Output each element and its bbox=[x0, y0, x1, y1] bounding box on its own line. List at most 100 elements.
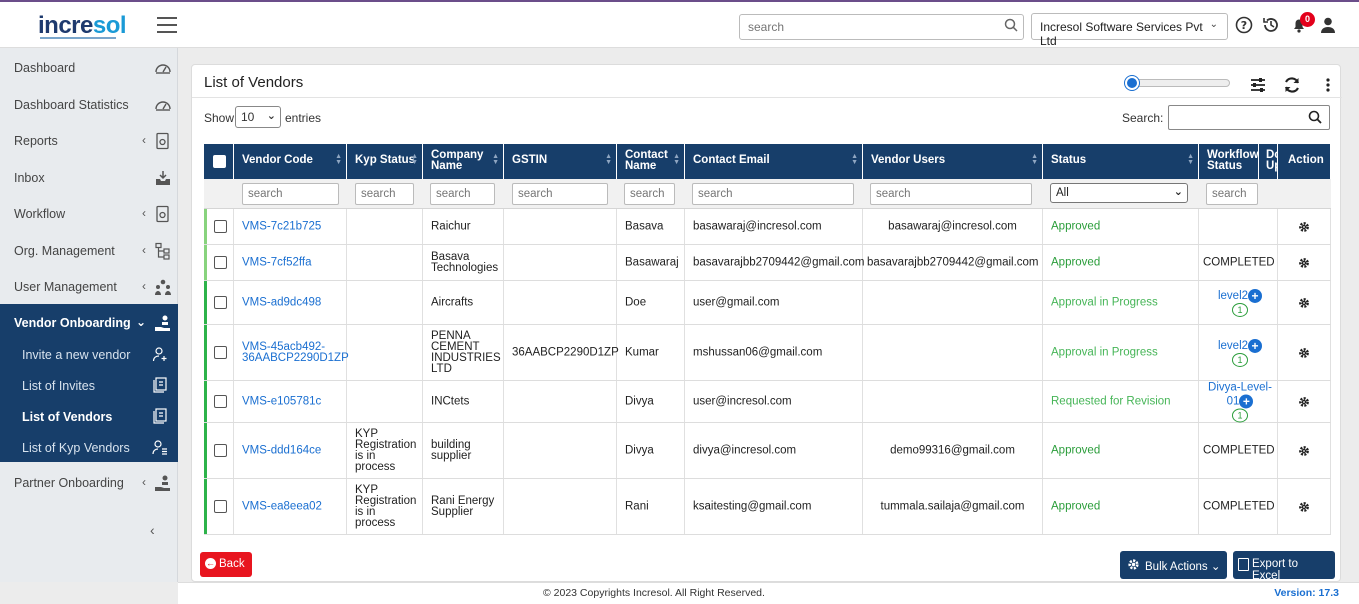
cell-vendor-users bbox=[863, 381, 1043, 422]
filter-contact-name[interactable] bbox=[624, 183, 675, 205]
company-select[interactable]: Incresol Software Services Pvt Ltd ⌄ bbox=[1031, 13, 1228, 48]
filter-kyp-status[interactable] bbox=[355, 183, 414, 205]
gear-icon[interactable] bbox=[1298, 445, 1310, 457]
cell-workflow-status: Divya-Level-01 +1 bbox=[1199, 381, 1278, 422]
vendor-code-link[interactable]: VMS-ad9dc498 bbox=[242, 296, 342, 308]
cell-select bbox=[204, 209, 234, 244]
column-header-contact-email[interactable]: Contact Email ▲ ▼ bbox=[685, 144, 863, 179]
search-icon[interactable] bbox=[1004, 18, 1018, 32]
row-checkbox[interactable] bbox=[214, 499, 227, 513]
vendor-code-link[interactable]: VMS-e105781c bbox=[242, 395, 342, 407]
sidebar-item-partner-onboarding[interactable]: Partner Onboarding ‹ bbox=[0, 464, 178, 500]
cell-company-name: Aircrafts bbox=[423, 281, 504, 324]
column-header-company-name[interactable]: Company Name ▲ ▼ bbox=[423, 144, 504, 179]
gear-icon[interactable] bbox=[1298, 347, 1310, 359]
filter-company-name[interactable] bbox=[430, 183, 495, 205]
vendor-code-link[interactable]: VMS-7c21b725 bbox=[242, 220, 342, 232]
export-excel-button[interactable]: Export to Excel bbox=[1233, 551, 1335, 582]
row-checkbox[interactable] bbox=[214, 295, 227, 309]
column-header-status[interactable]: Status ▲ ▼ bbox=[1043, 144, 1199, 179]
vendor-code-link[interactable]: VMS-7cf52ffa bbox=[242, 256, 342, 268]
more-options-icon[interactable] bbox=[1318, 75, 1338, 95]
gear-icon[interactable] bbox=[1298, 501, 1310, 513]
filter-contact-email[interactable] bbox=[692, 183, 854, 205]
column-header-doc-upload[interactable]: Doc Upl bbox=[1259, 144, 1278, 179]
back-button[interactable]: ← Back bbox=[200, 552, 252, 577]
sidebar-item-user-management[interactable]: User Management ‹ bbox=[0, 268, 178, 304]
cell-gstin bbox=[504, 423, 617, 478]
plus-circle-icon[interactable]: + bbox=[1248, 288, 1263, 303]
column-header-vendor-code[interactable]: Vendor Code ▲ ▼ bbox=[234, 144, 347, 179]
contact-email-text: basavarajbb2709442@gmail.com bbox=[693, 256, 865, 268]
bulk-actions-button[interactable]: Bulk Actions ⌄ bbox=[1120, 551, 1227, 579]
user-avatar-icon[interactable] bbox=[1318, 15, 1338, 35]
help-icon[interactable]: ? bbox=[1234, 15, 1254, 35]
gear-icon[interactable] bbox=[1298, 221, 1310, 233]
column-header-action[interactable]: Action bbox=[1278, 144, 1331, 179]
plus-circle-icon[interactable]: + bbox=[1248, 338, 1263, 353]
workflow-status-text: COMPLETED bbox=[1203, 500, 1275, 512]
column-header-contact-name[interactable]: Contact Name ▲ ▼ bbox=[617, 144, 685, 179]
history-icon[interactable] bbox=[1261, 15, 1281, 35]
row-checkbox[interactable] bbox=[214, 443, 227, 457]
row-checkbox[interactable] bbox=[214, 394, 227, 408]
cell-contact-name: Divya bbox=[617, 381, 685, 422]
workflow-level-link[interactable]: level2 bbox=[1218, 340, 1248, 352]
filter-status-select[interactable]: All ⌄ bbox=[1050, 183, 1188, 203]
cell-vendor-users: demo99316@gmail.com bbox=[863, 423, 1043, 478]
table-search-input[interactable] bbox=[1168, 105, 1330, 130]
filter-gstin[interactable] bbox=[512, 183, 608, 205]
sidebar-item-dashboard[interactable]: Dashboard bbox=[0, 49, 178, 85]
gear-icon[interactable] bbox=[1298, 297, 1310, 309]
vendor-code-link[interactable]: VMS-45acb492-36AABCP2290D1ZP bbox=[242, 341, 349, 364]
sidebar-sub-list-of-kyp-vendors[interactable]: List of Kyp Vendors bbox=[0, 431, 178, 461]
sidebar-item-vendor-onboarding[interactable]: Vendor Onboarding ⌄ bbox=[0, 304, 178, 340]
gear-icon[interactable] bbox=[1298, 257, 1310, 269]
search-icon[interactable] bbox=[1308, 110, 1322, 124]
select-all-checkbox[interactable] bbox=[213, 154, 226, 168]
workflow-level-link[interactable]: level2 bbox=[1218, 290, 1248, 302]
back-arrow-icon: ← bbox=[205, 558, 216, 570]
cell-vendor-code: VMS-ea8eea02 bbox=[234, 479, 347, 534]
sidebar-item-org-management[interactable]: Org. Management ‹ bbox=[0, 232, 178, 268]
sort-icon: ▲ ▼ bbox=[851, 153, 858, 166]
workflow-level[interactable]: level2 +1 bbox=[1205, 288, 1275, 317]
sidebar-collapse-icon[interactable]: ‹ bbox=[150, 522, 155, 538]
column-header-kyp-status[interactable]: Kyp Status ▲ ▼ bbox=[347, 144, 423, 179]
sidebar-sub-list-of-vendors[interactable]: List of Vendors bbox=[0, 400, 178, 430]
column-header-workflow-status[interactable]: Workflow Status bbox=[1199, 144, 1259, 179]
slider-handle[interactable] bbox=[1125, 76, 1139, 90]
filter-vendor-code[interactable] bbox=[242, 183, 339, 205]
sidebar-item-dashboard-statistics[interactable]: Dashboard Statistics bbox=[0, 86, 178, 122]
zoom-slider[interactable] bbox=[1125, 76, 1230, 90]
row-checkbox[interactable] bbox=[214, 345, 227, 359]
column-settings-icon[interactable] bbox=[1248, 75, 1268, 95]
sidebar-item-label: Dashboard Statistics bbox=[14, 98, 129, 112]
column-header-gstin[interactable]: GSTIN ▲ ▼ bbox=[504, 144, 617, 179]
sidebar-item-reports[interactable]: Reports ‹ bbox=[0, 122, 178, 158]
sidebar-item-workflow[interactable]: Workflow ‹ bbox=[0, 195, 178, 231]
menu-toggle-icon[interactable] bbox=[157, 17, 177, 33]
refresh-icon[interactable] bbox=[1282, 75, 1302, 95]
global-search-input[interactable] bbox=[739, 14, 1024, 40]
workflow-level[interactable]: level2 +1 bbox=[1205, 338, 1275, 367]
sidebar-item-inbox[interactable]: Inbox bbox=[0, 159, 178, 195]
entries-select[interactable]: 10 ⌄ bbox=[235, 106, 281, 128]
plus-circle-icon[interactable]: + bbox=[1239, 393, 1254, 408]
cell-vendor-code: VMS-ddd164ce bbox=[234, 423, 347, 478]
cell-contact-name: Basava bbox=[617, 209, 685, 244]
workflow-level[interactable]: Divya-Level-01 +1 bbox=[1205, 381, 1275, 422]
row-checkbox[interactable] bbox=[214, 219, 227, 233]
row-checkbox[interactable] bbox=[214, 255, 227, 269]
header-select-all bbox=[204, 144, 234, 179]
vendor-code-link[interactable]: VMS-ddd164ce bbox=[242, 444, 342, 456]
gear-icon[interactable] bbox=[1298, 396, 1310, 408]
filter-workflow-status[interactable] bbox=[1206, 183, 1258, 205]
vendor-code-link[interactable]: VMS-ea8eea02 bbox=[242, 500, 342, 512]
filter-vendor-users[interactable] bbox=[870, 183, 1032, 205]
sidebar-sub-invite-vendor[interactable]: Invite a new vendor bbox=[0, 338, 178, 368]
brand-logo[interactable]: incresol bbox=[38, 12, 127, 40]
column-header-vendor-users[interactable]: Vendor Users ▲ ▼ bbox=[863, 144, 1043, 179]
sidebar-sub-list-of-invites[interactable]: List of Invites bbox=[0, 369, 178, 399]
logo-underline bbox=[40, 37, 116, 39]
